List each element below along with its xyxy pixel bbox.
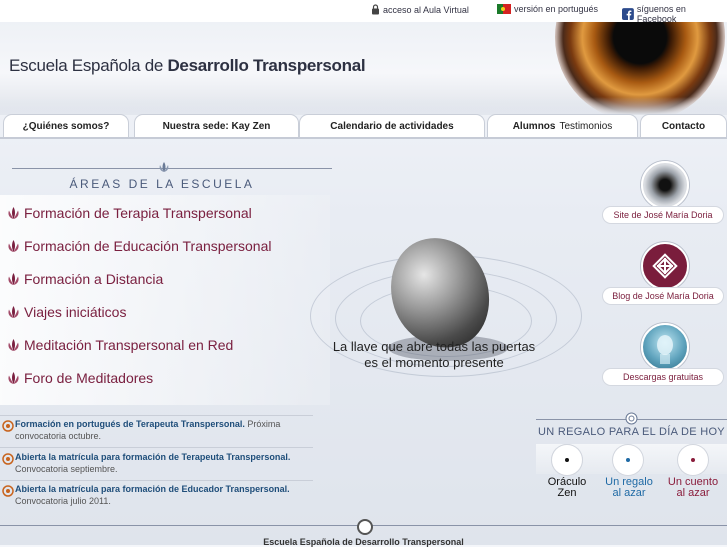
news-divider [0,480,313,481]
lotus-icon [159,162,169,172]
zen-stone-image [300,195,590,405]
regalo-azar-link[interactable]: Un regalo al azar [599,477,659,499]
doria-blog-label: Blog de José María Doria [612,291,714,301]
doria-blog-link[interactable]: Blog de José María Doria [603,288,723,304]
area-item-label: Viajes iniciáticos [24,304,127,320]
news-headline: Abierta la matrícula para formación de E… [15,484,290,494]
gift-label-line2: Zen [557,487,577,499]
gift-title: UN REGALO PARA EL DÍA DE HOY [538,426,725,438]
endless-knot-icon [652,253,678,279]
top-links-bar: acceso al Aula Virtual versión en portug… [0,0,727,24]
buddha-icon[interactable] [641,323,689,371]
area-item-viajes[interactable]: Viajes iniciáticos [6,304,126,320]
news-item[interactable]: Abierta la matrícula para formación de E… [0,483,313,507]
news-item[interactable]: Formación en portugués de Terapeuta Tran… [0,418,313,442]
portugues-label: versión en portugués [514,4,599,14]
doria-site-link[interactable]: Site de José María Doria [603,207,723,223]
area-item-terapia[interactable]: Formación de Terapia Transpersonal [6,205,252,221]
area-item-label: Foro de Meditadores [24,370,154,386]
nav-tab-label: Calendario de actividades [330,121,454,132]
tagline: La llave que abre todas las puertas es e… [318,339,550,371]
lotus-bullet-icon [8,339,19,351]
area-item-label: Formación de Terapia Transpersonal [24,205,252,221]
descargas-label: Descargas gratuitas [622,372,704,382]
area-item-educacion[interactable]: Formación de Educación Transpersonal [6,238,271,254]
buddha-face-icon [657,335,673,364]
aula-virtual-link[interactable]: acceso al Aula Virtual [371,4,469,15]
area-item-label: Formación a Distancia [24,271,164,287]
area-item-distancia[interactable]: Formación a Distancia [6,271,163,287]
lotus-bullet-icon [8,372,19,384]
lotus-bullet-icon [8,273,19,285]
header-fade [0,97,727,115]
area-item-label: Meditación Transpersonal en Red [24,337,234,353]
area-item-label: Formación de Educación Transpersonal [24,238,272,254]
nav-tab-label: Nuestra sede: Kay Zen [162,121,271,132]
oraculo-zen-link[interactable]: Oráculo Zen [537,477,597,499]
lotus-bullet-icon [8,240,19,252]
site-header: Escuela Española de Desarrollo Transpers… [0,22,727,115]
nav-tab-secondary-label: Testimonios [559,121,613,132]
news-headline: Abierta la matrícula para formación de T… [15,452,291,462]
portugal-flag-icon [497,4,511,14]
tagline-line-1: La llave que abre todas las puertas [332,339,536,354]
gift-label-line2: al azar [676,487,710,499]
news-detail: Convocatoria septiembre. [15,464,118,474]
site-title-bold: Desarrollo Transpersonal [167,56,366,75]
facebook-link[interactable]: síguenos en Facebook [622,4,727,24]
news-divider [0,415,313,416]
nav-tab-alumnos[interactable]: Alumnos Testimonios [487,114,638,138]
areas-divider [12,168,332,169]
lotus-bullet-icon [8,207,19,219]
flower-bullet-icon [2,420,14,432]
cuento-azar-link[interactable]: Un cuento al azar [663,477,723,499]
facebook-icon [622,8,634,20]
lock-icon [372,4,379,15]
news-headline: Formación en portugués de Terapeuta Tran… [15,419,245,429]
portugues-link[interactable]: versión en portugués [497,4,598,14]
doria-site-label: Site de José María Doria [613,210,713,220]
gift-label-line2: al azar [612,487,646,499]
cuento-dot[interactable] [678,445,708,475]
flower-bullet-icon [2,485,14,497]
eye-icon[interactable] [641,161,689,209]
tagline-line-2: es el momento presente [364,355,504,370]
area-item-meditacion[interactable]: Meditación Transpersonal en Red [6,337,233,353]
facebook-label: síguenos en Facebook [636,4,686,24]
flower-bullet-icon [2,453,14,465]
footer-circle-icon [357,519,373,535]
news-divider [0,447,313,448]
aula-virtual-label: acceso al Aula Virtual [383,4,469,15]
news-detail: Convocatoria julio 2011. [15,496,111,506]
area-item-foro[interactable]: Foro de Meditadores [6,370,153,386]
nav-tab-sede[interactable]: Nuestra sede: Kay Zen [134,114,299,138]
nav-tab-label: ¿Quiénes somos? [22,121,110,132]
site-title-prefix: Escuela Española de [9,56,168,75]
site-title[interactable]: Escuela Española de Desarrollo Transpers… [9,56,366,76]
nav-tab-contacto[interactable]: Contacto [640,114,727,138]
nav-tab-quienes-somos[interactable]: ¿Quiénes somos? [3,114,129,138]
nav-tab-calendario[interactable]: Calendario de actividades [299,114,485,138]
nav-divider [0,137,727,139]
main-nav: ¿Quiénes somos? Nuestra sede: Kay Zen Ca… [0,114,727,138]
lotus-bullet-icon [8,306,19,318]
oraculo-dot[interactable] [552,445,582,475]
regalo-dot[interactable] [613,445,643,475]
news-item[interactable]: Abierta la matrícula para formación de T… [0,451,313,475]
areas-title: ÁREAS DE LA ESCUELA [69,177,255,191]
nav-tab-label: Alumnos [512,121,556,132]
footer-text: Escuela Española de Desarrollo Transpers… [263,537,464,547]
gift-emblem-icon [625,412,638,425]
descargas-link[interactable]: Descargas gratuitas [603,369,723,385]
knot-icon[interactable] [641,242,689,290]
nav-tab-label: Contacto [661,121,706,132]
